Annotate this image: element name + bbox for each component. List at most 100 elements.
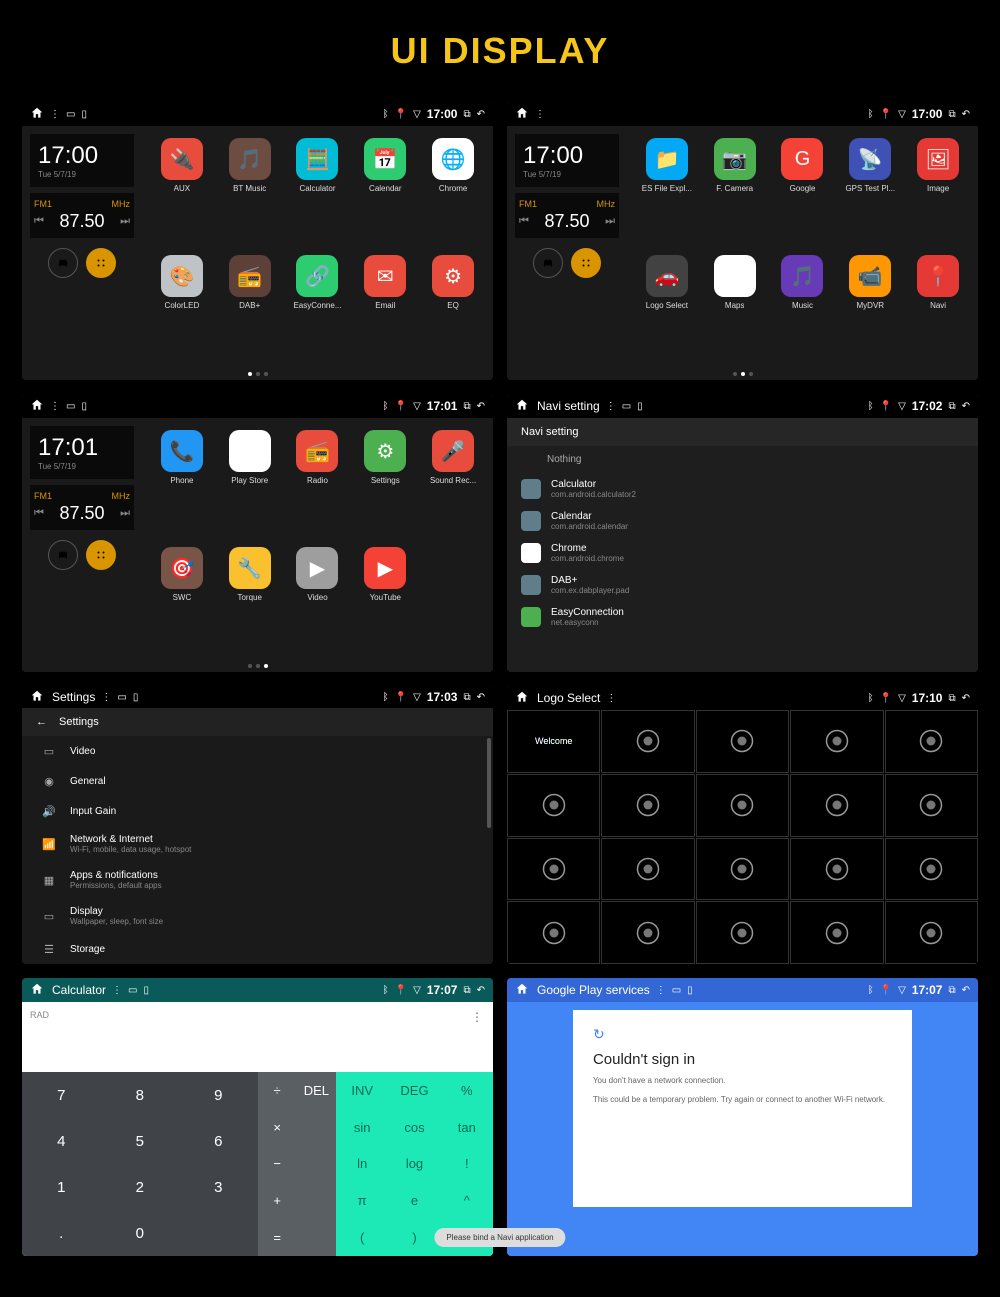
settings-item[interactable]: ☰Storage [22,934,493,964]
settings-item[interactable]: ◉General [22,766,493,796]
window-icon[interactable]: ▭ [672,985,681,996]
next-icon[interactable]: ⏭ [605,215,615,228]
app-mydvr[interactable]: 📹MyDVR [838,255,902,368]
calc-key-−[interactable]: − [258,1146,297,1183]
app-youtube[interactable]: ▶YouTube [353,547,417,660]
calc-fnkey-sin[interactable]: sin [336,1109,388,1146]
navi-item[interactable]: Calendarcom.android.calendar [507,505,978,537]
calc-menu-icon[interactable]: ⋮ [471,1010,483,1024]
recent-icon[interactable]: ⧉ [948,401,955,412]
app-torque[interactable]: 🔧Torque [218,547,282,660]
app-sound-rec-[interactable]: 🎤Sound Rec... [421,430,485,543]
home-icon[interactable] [30,398,44,415]
app-maps[interactable]: 🗺Maps [703,255,767,368]
app-image[interactable]: 🖼Image [906,138,970,251]
storage-icon[interactable]: ▯ [133,692,139,703]
scrollbar[interactable] [487,738,491,828]
storage-icon[interactable]: ▯ [143,985,149,996]
navi-item[interactable]: EasyConnectionnet.easyconn [507,601,978,633]
window-icon[interactable]: ▭ [117,692,126,703]
car-mode-button[interactable] [48,248,78,278]
app-email[interactable]: ✉Email [353,255,417,368]
home-icon[interactable] [30,689,44,706]
settings-item[interactable]: 📶Network & InternetWi-Fi, mobile, data u… [22,826,493,862]
back-icon[interactable]: ↶ [477,985,485,996]
prev-icon[interactable]: ⏮ [34,507,44,520]
logo-cell[interactable] [601,774,694,837]
logo-cell[interactable] [885,838,978,901]
home-icon[interactable] [515,982,529,999]
prev-icon[interactable]: ⏮ [34,215,44,228]
radio-widget[interactable]: FM1MHz ⏮87.50⏭ [30,193,134,238]
home-icon[interactable] [30,106,44,123]
calc-fnkey-([interactable]: ( [336,1219,388,1256]
storage-icon[interactable]: ▯ [81,109,87,120]
window-icon[interactable]: ▭ [622,401,631,412]
calc-key-2[interactable]: 2 [101,1164,180,1210]
navi-item[interactable]: Calculatorcom.android.calculator2 [507,473,978,505]
app-logo-select[interactable]: 🚗Logo Select [635,255,699,368]
calc-key-.[interactable]: . [22,1210,101,1256]
calc-key-=[interactable]: = [258,1219,297,1256]
app-navi[interactable]: 📍Navi [906,255,970,368]
back-icon[interactable]: ↶ [962,401,970,412]
app-es-file-expl-[interactable]: 📁ES File Expl... [635,138,699,251]
app-drawer-button[interactable] [86,248,116,278]
navi-item[interactable]: DAB+com.ex.dabplayer.pad [507,569,978,601]
app-dab-[interactable]: 📻DAB+ [218,255,282,368]
logo-cell[interactable] [507,901,600,964]
back-icon[interactable]: ↶ [962,109,970,120]
app-aux[interactable]: 🔌AUX [150,138,214,251]
calc-fnkey-INV[interactable]: INV [336,1072,388,1109]
more-icon[interactable]: ⋮ [656,985,666,996]
app-calendar[interactable]: 📅Calendar [353,138,417,251]
back-icon[interactable]: ↶ [477,401,485,412]
settings-item[interactable]: ▭DisplayWallpaper, sleep, font size [22,898,493,934]
calc-fnkey-%[interactable]: % [441,1072,493,1109]
logo-cell[interactable] [790,901,883,964]
recent-icon[interactable]: ⧉ [948,109,955,120]
storage-icon[interactable]: ▯ [687,985,693,996]
back-icon[interactable]: ↶ [962,985,970,996]
logo-cell[interactable] [790,774,883,837]
app-colorled[interactable]: 🎨ColorLED [150,255,214,368]
logo-cell[interactable] [696,710,789,773]
app-radio[interactable]: 📻Radio [286,430,350,543]
more-icon[interactable]: ⋮ [606,693,616,704]
calc-key-+[interactable]: + [258,1182,297,1219]
app-f-camera[interactable]: 📷F. Camera [703,138,767,251]
radio-widget[interactable]: FM1MHz ⏮87.50⏭ [515,193,619,238]
back-icon[interactable]: ↶ [477,109,485,120]
next-icon[interactable]: ⏭ [120,507,130,520]
recent-icon[interactable]: ⧉ [948,693,955,704]
settings-item[interactable]: ▦Apps & notificationsPermissions, defaul… [22,862,493,898]
logo-cell[interactable] [507,774,600,837]
radio-widget[interactable]: FM1MHz ⏮87.50⏭ [30,485,134,530]
more-icon[interactable]: ⋮ [50,401,60,412]
more-icon[interactable]: ⋮ [112,985,122,996]
next-icon[interactable]: ⏭ [120,215,130,228]
window-icon[interactable]: ▭ [128,985,137,996]
calc-fnkey-tan[interactable]: tan [441,1109,493,1146]
logo-cell[interactable] [601,710,694,773]
more-icon[interactable]: ⋮ [535,109,545,120]
car-mode-button[interactable] [48,540,78,570]
calc-key-DEL[interactable]: DEL [297,1072,336,1109]
app-phone[interactable]: 📞Phone [150,430,214,543]
calc-key-6[interactable]: 6 [179,1118,258,1164]
app-calculator[interactable]: 🧮Calculator [286,138,350,251]
logo-cell[interactable] [790,710,883,773]
more-icon[interactable]: ⋮ [606,401,616,412]
app-bt-music[interactable]: 🎵BT Music [218,138,282,251]
home-icon[interactable] [515,398,529,415]
logo-cell[interactable] [790,838,883,901]
calc-key-9[interactable]: 9 [179,1072,258,1118]
calc-key-4[interactable]: 4 [22,1118,101,1164]
calc-key-3[interactable]: 3 [179,1164,258,1210]
app-gps-test-pl-[interactable]: 📡GPS Test Pl... [838,138,902,251]
calc-fnkey-ln[interactable]: ln [336,1146,388,1183]
logo-cell[interactable] [601,901,694,964]
calc-key-÷[interactable]: ÷ [258,1072,297,1109]
back-icon[interactable]: ↶ [477,692,485,703]
window-icon[interactable]: ▭ [66,401,75,412]
